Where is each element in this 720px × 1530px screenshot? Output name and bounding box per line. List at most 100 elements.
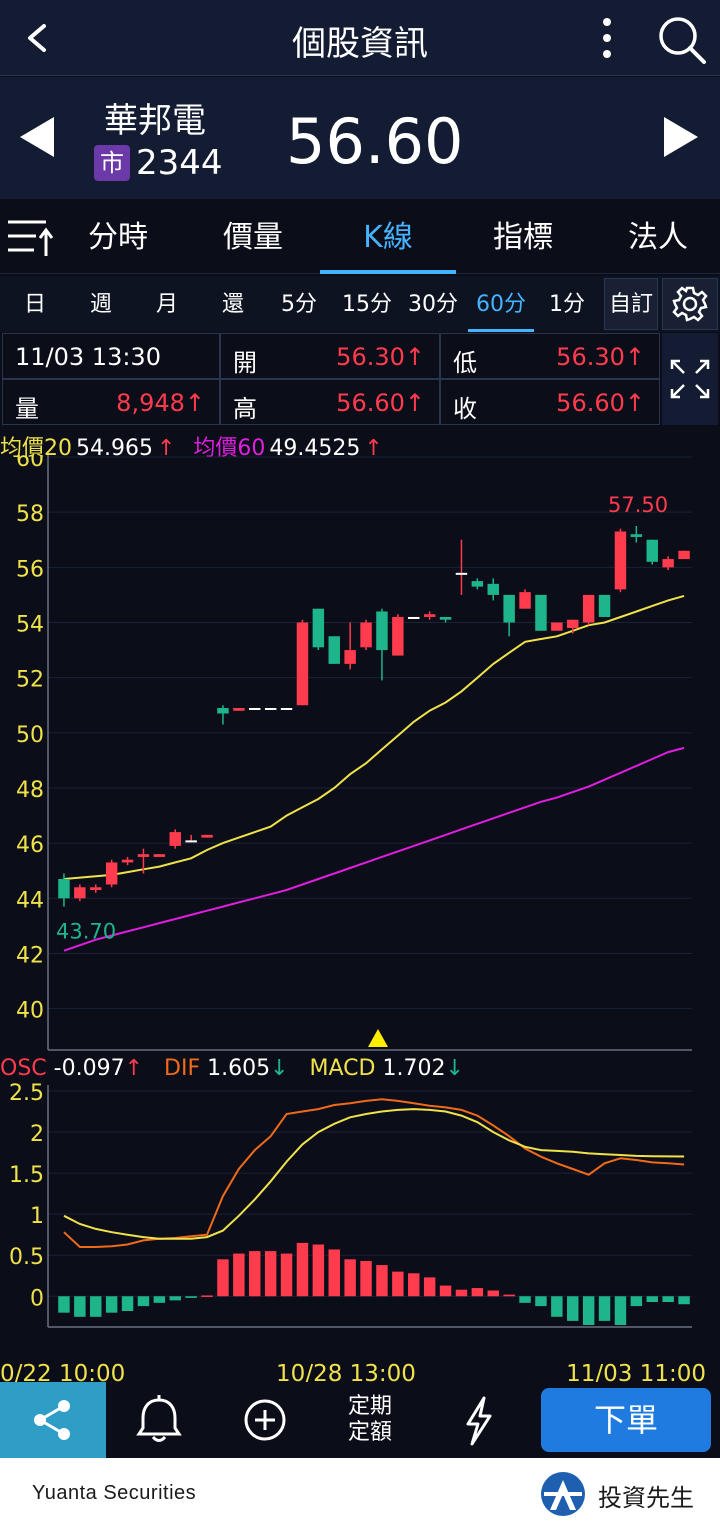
y-tick-label: 2 — [30, 1122, 44, 1147]
y-tick-label: 44 — [16, 888, 44, 913]
candle-body — [280, 707, 293, 710]
candle-body — [249, 707, 261, 710]
candle-body — [439, 616, 452, 620]
candle-body — [455, 572, 468, 575]
osc-bar — [74, 1296, 86, 1317]
candle-body — [519, 592, 531, 609]
candle-body — [137, 854, 150, 857]
osc-bar — [153, 1296, 166, 1303]
candle-body — [582, 594, 595, 623]
candle-body — [678, 550, 690, 560]
candle-body — [567, 619, 579, 629]
period-day[interactable]: 日 — [2, 276, 68, 332]
osc-bar — [280, 1253, 293, 1297]
alert-button[interactable] — [106, 1382, 212, 1458]
expand-icon — [670, 359, 710, 399]
quick-order-button[interactable] — [424, 1382, 530, 1458]
sort-menu-icon[interactable] — [6, 216, 54, 258]
osc-bar — [137, 1296, 150, 1307]
customize-button[interactable]: 自訂 — [604, 278, 658, 330]
quote-low: 低 56.30↑ — [440, 333, 660, 379]
osc-bar — [598, 1296, 611, 1321]
plus-circle-icon — [244, 1399, 286, 1441]
quote-close: 收 56.60↑ — [440, 379, 660, 425]
top-bar: 個股資訊 — [0, 0, 720, 76]
bell-icon — [136, 1395, 182, 1442]
period-week[interactable]: 週 — [68, 276, 134, 332]
settings-button[interactable] — [662, 278, 718, 330]
period-adjusted[interactable]: 還 — [200, 276, 266, 332]
lightning-icon — [466, 1396, 492, 1446]
y-tick-label: 40 — [16, 999, 44, 1024]
period-5min[interactable]: 5分 — [266, 276, 332, 332]
x-tick-label: 11/03 11:00 — [566, 1361, 706, 1382]
period-selector: 日 週 月 還 5分 15分 30分 60分 1分 自訂 — [0, 276, 720, 332]
period-60min[interactable]: 60分 — [468, 276, 534, 332]
osc-bar — [455, 1289, 468, 1297]
tab-indicators[interactable]: 指標 — [455, 200, 591, 274]
period-15min[interactable]: 15分 — [334, 276, 400, 332]
period-30min[interactable]: 30分 — [400, 276, 466, 332]
osc-bar — [185, 1296, 197, 1298]
osc-bar — [296, 1242, 309, 1297]
low-label: 低 — [453, 349, 477, 377]
period-month[interactable]: 月 — [134, 276, 200, 332]
osc-bar — [487, 1290, 499, 1297]
active-period-indicator — [468, 329, 534, 332]
osc-bar — [471, 1288, 484, 1297]
y-tick-label: 0.5 — [9, 1245, 44, 1270]
osc-bar — [376, 1265, 388, 1297]
tab-label: 分時 — [88, 220, 148, 255]
osc-bar — [678, 1296, 690, 1305]
candle-body — [376, 611, 388, 651]
tab-k-line[interactable]: K線 — [320, 200, 456, 274]
osc-bar — [630, 1296, 643, 1307]
tab-time-sharing[interactable]: 分時 — [50, 200, 186, 274]
regular-investment-button[interactable]: 定期 定額 — [320, 1382, 420, 1458]
osc-bar — [249, 1251, 261, 1297]
osc-bar — [58, 1296, 70, 1313]
place-order-button[interactable]: 下單 — [541, 1388, 711, 1452]
candle-body — [344, 650, 356, 664]
period-1min[interactable]: 1分 — [534, 276, 600, 332]
y-tick-label: 60 — [16, 455, 44, 472]
candle-body — [153, 854, 166, 857]
k-line-chart[interactable]: 40 42 44 46 48 50 52 54 56 58 60 57.50 43.70 0 0.5 1 1.5… — [0, 455, 720, 1382]
open-label: 開 — [233, 349, 257, 377]
y-tick-label: 56 — [16, 557, 44, 582]
tab-institutional[interactable]: 法人 — [590, 200, 720, 274]
candle-body — [169, 832, 181, 846]
candle-body — [217, 707, 229, 714]
fullscreen-button[interactable] — [662, 333, 718, 425]
y-tick-label: 54 — [16, 612, 44, 637]
add-watchlist-button[interactable] — [212, 1382, 318, 1458]
datetime-value: 11/03 13:30 — [15, 343, 161, 371]
osc-bar — [312, 1244, 325, 1297]
tab-label: 價量 — [223, 220, 283, 255]
period-label: 60分 — [476, 292, 526, 317]
close-value: 56.60↑ — [556, 389, 645, 417]
quote-high: 高 56.60↑ — [220, 379, 440, 425]
chart-tabs: 分時 價量 K線 指標 法人 — [0, 200, 720, 274]
stock-header: 華邦電 市 2344 56.60 — [0, 77, 720, 199]
y-tick-label: 0 — [30, 1286, 44, 1311]
more-vertical-icon[interactable] — [592, 16, 622, 60]
stock-code: 2344 — [136, 143, 223, 183]
tab-price-volume[interactable]: 價量 — [185, 200, 321, 274]
next-stock-icon[interactable] — [664, 117, 698, 157]
share-button[interactable] — [0, 1382, 106, 1458]
yuanta-logo-icon — [541, 1472, 585, 1516]
osc-bar — [535, 1296, 547, 1307]
candle-body — [646, 539, 658, 562]
candle-body — [662, 559, 674, 568]
candle-body — [408, 616, 420, 619]
search-icon[interactable] — [656, 14, 708, 66]
candle-body — [487, 583, 499, 595]
previous-stock-icon[interactable] — [20, 117, 54, 157]
candle-body — [264, 707, 277, 710]
osc-bar — [408, 1273, 420, 1297]
osc-bar — [519, 1296, 531, 1303]
candle-body — [312, 608, 325, 648]
candle-body — [185, 840, 197, 843]
dq-line1: 定期 — [347, 1394, 392, 1419]
